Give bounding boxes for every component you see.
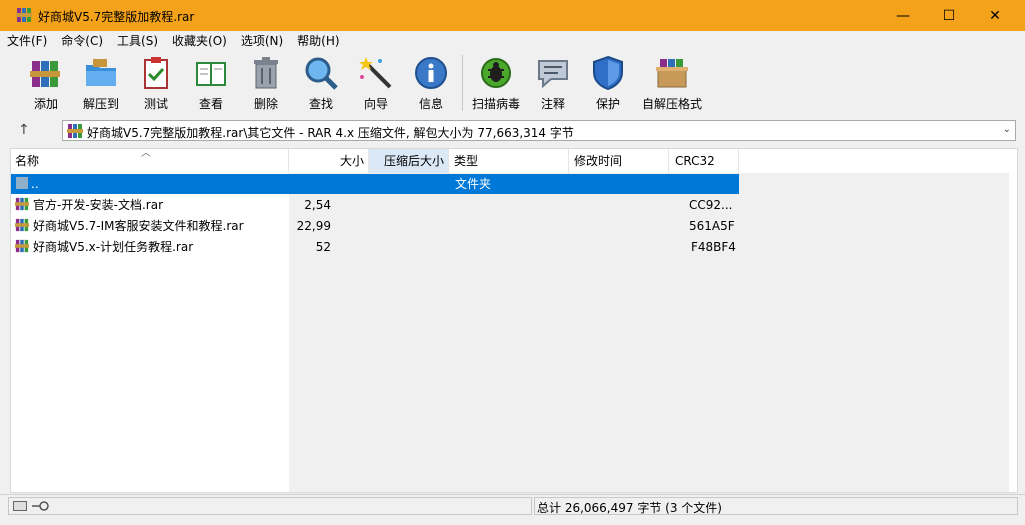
table-row[interactable]: 好商城V5.7-IM客服安装文件和教程.rar 22,99 561A5F: [11, 216, 739, 236]
table-row[interactable]: 官方-开发-安装-文档.rar 2,54 CC92...: [11, 195, 739, 215]
shield-icon: [593, 55, 623, 91]
rar-file-icon: [15, 216, 29, 236]
maximize-button[interactable]: ☐: [926, 0, 972, 31]
trash-icon: [254, 57, 278, 89]
column-header-packed-size[interactable]: 压缩后大小: [369, 149, 449, 173]
scan-virus-button[interactable]: 扫描病毒: [470, 53, 522, 113]
toolbar: 添加 解压到 测试 查看 删除 查找 向导 信息 扫描病毒 注释 保护 自解压格…: [0, 51, 1025, 117]
menu-bar: 文件(F) 命令(C) 工具(S) 收藏夹(O) 选项(N) 帮助(H): [0, 31, 1025, 51]
status-bar: 总计 26,066,497 字节 (3 个文件): [0, 494, 1025, 517]
column-header-size[interactable]: 大小: [289, 149, 369, 173]
rar-file-icon: [67, 124, 83, 138]
file-size: 2,54: [304, 198, 331, 212]
minimize-button[interactable]: —: [880, 0, 926, 31]
window-title: 好商城V5.7完整版加教程.rar: [38, 10, 195, 24]
file-list[interactable]: 名称 ︿ 大小 压缩后大小 类型 修改时间 CRC32 .. 文件夹 官方-开发…: [10, 148, 1018, 493]
bug-icon: [481, 58, 511, 88]
menu-help[interactable]: 帮助(H): [290, 31, 346, 51]
menu-commands[interactable]: 命令(C): [54, 31, 110, 51]
comment-icon: [538, 60, 568, 89]
folder-up-icon: [15, 174, 29, 194]
info-icon: [415, 57, 447, 89]
column-header-modified[interactable]: 修改时间: [569, 149, 669, 173]
sfx-box-icon: [656, 59, 688, 88]
rar-file-icon: [15, 237, 29, 257]
file-crc32: F48BF4: [691, 240, 736, 254]
folder-extract-icon: [86, 59, 116, 86]
archive-path: 好商城V5.7完整版加教程.rar\其它文件 - RAR 4.x 压缩文件, 解…: [87, 126, 574, 140]
title-bar[interactable]: 好商城V5.7完整版加教程.rar — ☐ ✕: [0, 0, 1025, 31]
file-name: 官方-开发-安装-文档.rar: [33, 198, 164, 212]
protect-label: 保护: [595, 97, 620, 111]
status-left-pane: [8, 497, 532, 515]
menu-file[interactable]: 文件(F): [0, 31, 54, 51]
clipboard-check-icon: [144, 57, 168, 89]
chevron-down-icon[interactable]: ⌄: [1003, 124, 1011, 135]
close-button[interactable]: ✕: [972, 0, 1018, 31]
parent-folder-name: ..: [31, 177, 39, 191]
up-one-level-button[interactable]: ↑: [18, 122, 38, 140]
protect-button[interactable]: 保护: [582, 53, 634, 113]
menu-tools[interactable]: 工具(S): [110, 31, 165, 51]
file-name: 好商城V5.x-计划任务教程.rar: [33, 240, 194, 254]
file-name: 好商城V5.7-IM客服安装文件和教程.rar: [33, 219, 244, 233]
table-row[interactable]: 好商城V5.x-计划任务教程.rar 52 F48BF4: [11, 237, 739, 257]
info-label: 信息: [418, 97, 443, 111]
column-header-name[interactable]: 名称 ︿: [11, 149, 289, 173]
path-field[interactable]: 好商城V5.7完整版加教程.rar\其它文件 - RAR 4.x 压缩文件, 解…: [62, 120, 1016, 141]
magnifier-icon: [305, 57, 338, 90]
column-header-type[interactable]: 类型: [449, 149, 569, 173]
info-button[interactable]: 信息: [405, 53, 457, 113]
file-crc32: CC92...: [689, 198, 733, 212]
menu-options[interactable]: 选项(N): [234, 31, 290, 51]
sfx-label: 自解压格式: [641, 97, 702, 111]
book-icon: [196, 62, 226, 86]
menu-favorites[interactable]: 收藏夹(O): [165, 31, 234, 51]
magic-wand-icon: [359, 57, 392, 89]
file-crc32: 561A5F: [689, 219, 735, 233]
sfx-button[interactable]: 自解压格式: [642, 53, 702, 113]
archive-add-icon: [30, 61, 60, 87]
status-total: 总计 26,066,497 字节 (3 个文件): [537, 501, 722, 515]
sort-ascending-icon: ︿: [141, 148, 151, 159]
rar-file-icon: [15, 195, 29, 215]
parent-folder-row[interactable]: .. 文件夹: [11, 174, 739, 194]
winrar-icon: [16, 8, 32, 22]
column-header-crc32[interactable]: CRC32: [669, 149, 739, 173]
drive-icon: [13, 501, 27, 511]
file-size: 52: [315, 240, 331, 254]
address-bar: ↑ 好商城V5.7完整版加教程.rar\其它文件 - RAR 4.x 压缩文件,…: [0, 117, 1025, 145]
key-icon: [32, 501, 49, 511]
parent-folder-type: 文件夹: [455, 177, 492, 191]
file-size: 22,99: [296, 219, 331, 233]
